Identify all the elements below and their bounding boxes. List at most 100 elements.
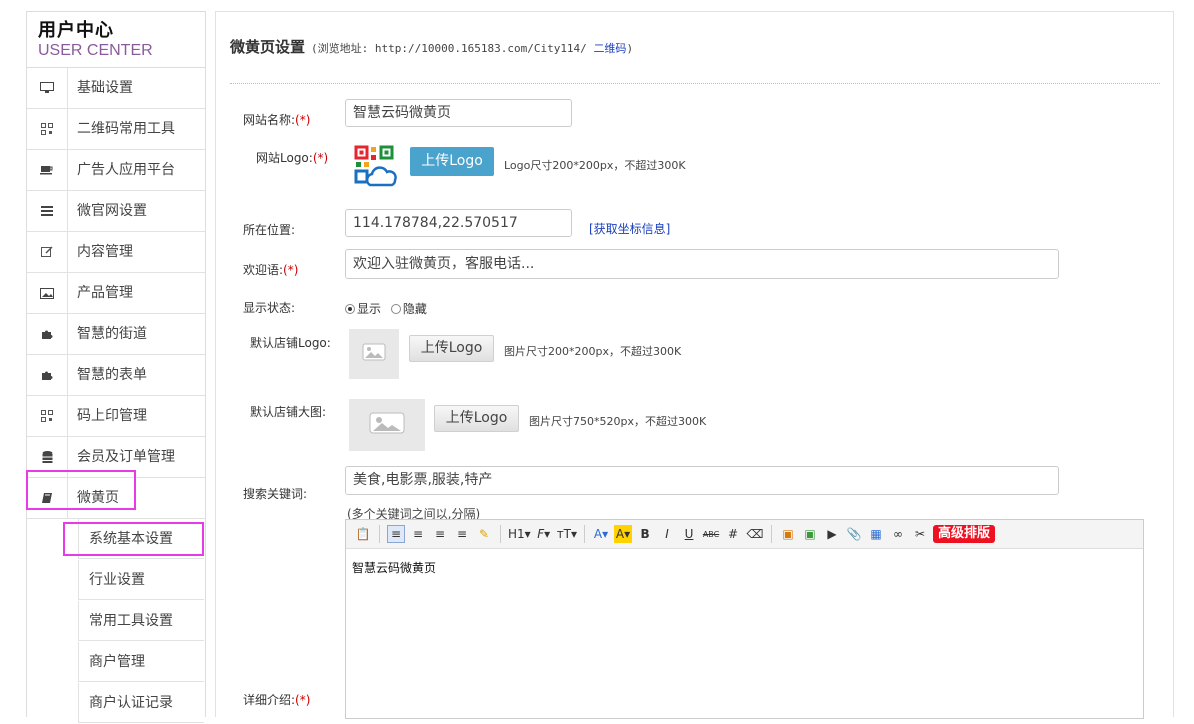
insert-multi-image-icon[interactable]: ▣ (801, 525, 819, 543)
link-icon[interactable]: ∞ (889, 525, 907, 543)
sidebar-item-label: 微官网设置 (77, 203, 147, 219)
bold-icon[interactable]: B (636, 525, 654, 543)
attachment-icon[interactable]: 📎 (845, 525, 863, 543)
eraser-icon[interactable]: ⌫ (746, 525, 764, 543)
sidebar-item[interactable]: 产品管理 (27, 273, 205, 314)
status-label: 显示状态: (243, 301, 296, 315)
insert-image-icon[interactable]: ▣ (779, 525, 797, 543)
unlink-icon[interactable]: ✂ (911, 525, 929, 543)
sidebar-item[interactable]: 码上印管理 (27, 396, 205, 437)
site-name-input[interactable]: 智慧云码微黄页 (345, 99, 572, 127)
sidebar-item[interactable]: 智慧的表单 (27, 355, 205, 396)
status-show-radio[interactable] (345, 304, 355, 314)
sidebar-item-label: 产品管理 (77, 285, 133, 301)
sidebar-item[interactable]: 内容管理 (27, 232, 205, 273)
site-name-label: 网站名称:(*) (243, 113, 311, 127)
underline-icon[interactable]: U (680, 525, 698, 543)
browse-address: (浏览地址: http://10000.165183.com/City114/ … (311, 42, 634, 55)
sidebar-item[interactable]: 基础设置 (27, 68, 205, 109)
monitor-icon (27, 68, 68, 108)
qrcode-link[interactable]: 二维码 (593, 42, 626, 55)
insert-table-icon[interactable]: ▦ (867, 525, 885, 543)
sidebar-item[interactable]: 微官网设置 (27, 191, 205, 232)
align-justify-icon[interactable]: ≡ (453, 525, 471, 543)
highlight-color-icon[interactable]: A▾ (614, 525, 633, 543)
italic-icon[interactable]: I (658, 525, 676, 543)
insert-video-icon[interactable]: ▶ (823, 525, 841, 543)
sidebar-subitem[interactable]: 常用工具设置 (27, 601, 205, 642)
sidebar-item-label: 基础设置 (77, 80, 133, 96)
welcome-label: 欢迎语:(*) (243, 263, 299, 277)
default-logo-placeholder-icon (349, 329, 399, 379)
page-title: 微黄页设置 (230, 38, 306, 56)
sidebar-item-label: 智慧的街道 (77, 326, 147, 342)
highlight-system-settings (63, 522, 204, 556)
font-size-icon[interactable]: ᴛT▾ (557, 525, 577, 543)
sidebar-item-label: 智慧的表单 (77, 367, 147, 383)
rich-text-editor[interactable]: 📋 ≡ ≡ ≡ ≡ ✎ H1▾ F ▾ ᴛT▾ A▾ A▾ B I U ABC #… (345, 519, 1144, 719)
sidebar-subitem-label: 商户管理 (78, 642, 204, 682)
sidebar: 用户中心 USER CENTER 基础设置二维码常用工具 广告人应用平台 微官网设置… (26, 11, 206, 723)
get-coords-link[interactable]: [获取坐标信息] (589, 220, 670, 237)
puzzle-icon (27, 355, 68, 395)
align-left-icon[interactable]: ≡ (387, 525, 405, 543)
sidebar-title: 用户中心 (38, 20, 114, 41)
cloud-qrcode-logo-icon (354, 145, 397, 187)
sidebar-item[interactable]: 智慧的街道 (27, 314, 205, 355)
advanced-layout-button[interactable]: 高级排版 (933, 525, 996, 543)
keywords-label: 搜索关键词: (243, 487, 308, 501)
default-banner-placeholder-icon (349, 399, 425, 451)
default-banner-hint: 图片尺寸750*520px，不超过300K (529, 415, 707, 428)
strikethrough-icon[interactable]: ABC (702, 525, 720, 543)
main-panel: 微黄页设置 (浏览地址: http://10000.165183.com/City… (215, 11, 1174, 719)
divider (230, 83, 1160, 84)
sidebar-subitem-label: 行业设置 (78, 560, 204, 600)
font-color-icon[interactable]: A▾ (592, 525, 610, 543)
default-logo-hint: 图片尺寸200*200px，不超过300K (504, 345, 682, 358)
page-header: 微黄页设置 (浏览地址: http://10000.165183.com/City… (230, 36, 633, 57)
detail-label: 详细介绍:(*) (243, 693, 311, 707)
site-logo-image (354, 145, 398, 189)
welcome-input[interactable]: 欢迎入驻微黄页，客服电话... (345, 249, 1059, 279)
logo-size-hint: Logo尺寸200*200px，不超过300K (504, 159, 686, 172)
table-grid-icon[interactable]: # (724, 525, 742, 543)
sidebar-subitem[interactable]: 商户管理 (27, 642, 205, 683)
qrcode-icon (27, 109, 68, 149)
sidebar-item[interactable]: 二维码常用工具 (27, 109, 205, 150)
qrcode-icon (27, 396, 68, 436)
logo-label: 网站Logo:(*) (256, 151, 329, 165)
default-logo-label: 默认店铺Logo: (250, 336, 331, 350)
upload-default-banner-button[interactable]: 上传Logo (434, 405, 519, 432)
format-brush-icon[interactable]: ✎ (475, 525, 493, 543)
upload-default-logo-button[interactable]: 上传Logo (409, 335, 494, 362)
editor-content[interactable]: 智慧云码微黄页 (346, 549, 1143, 586)
sidebar-item-label: 内容管理 (77, 244, 133, 260)
heading-icon[interactable]: H1▾ (508, 525, 531, 543)
status-hide-radio[interactable] (390, 304, 401, 314)
sidebar-item-label: 码上印管理 (77, 408, 147, 424)
upload-logo-button[interactable]: 上传Logo (410, 147, 494, 176)
default-banner-label: 默认店铺大图: (250, 405, 327, 419)
editor-toolbar: 📋 ≡ ≡ ≡ ≡ ✎ H1▾ F ▾ ᴛT▾ A▾ A▾ B I U ABC #… (346, 520, 1143, 549)
location-input[interactable]: 114.178784,22.570517 (345, 209, 572, 237)
sidebar-subitem[interactable]: 行业设置 (27, 560, 205, 601)
edit-icon (27, 232, 68, 272)
image-icon (27, 273, 68, 313)
sidebar-subitem-label: 商户认证记录 (78, 683, 204, 723)
puzzle-icon (27, 314, 68, 354)
align-center-icon[interactable]: ≡ (409, 525, 427, 543)
paste-icon[interactable]: 📋 (354, 525, 372, 543)
align-right-icon[interactable]: ≡ (431, 525, 449, 543)
sidebar-item-label: 二维码常用工具 (77, 121, 175, 137)
sidebar-subitem[interactable]: 商户认证记录 (27, 683, 205, 724)
sidebar-item[interactable]: 广告人应用平台 (27, 150, 205, 191)
keywords-input[interactable]: 美食,电影票,服装,特产 (345, 466, 1059, 495)
sidebar-subitem-label: 常用工具设置 (78, 601, 204, 641)
coffee-icon (27, 150, 68, 190)
font-family-icon[interactable]: F ▾ (535, 525, 553, 543)
sidebar-subtitle: USER CENTER (38, 42, 153, 59)
sidebar-header: 用户中心 USER CENTER (27, 12, 205, 68)
highlight-weihuangye (26, 470, 136, 510)
status-radio-group: 显示 隐藏 (345, 300, 427, 317)
sidebar-item-label: 广告人应用平台 (77, 162, 175, 178)
